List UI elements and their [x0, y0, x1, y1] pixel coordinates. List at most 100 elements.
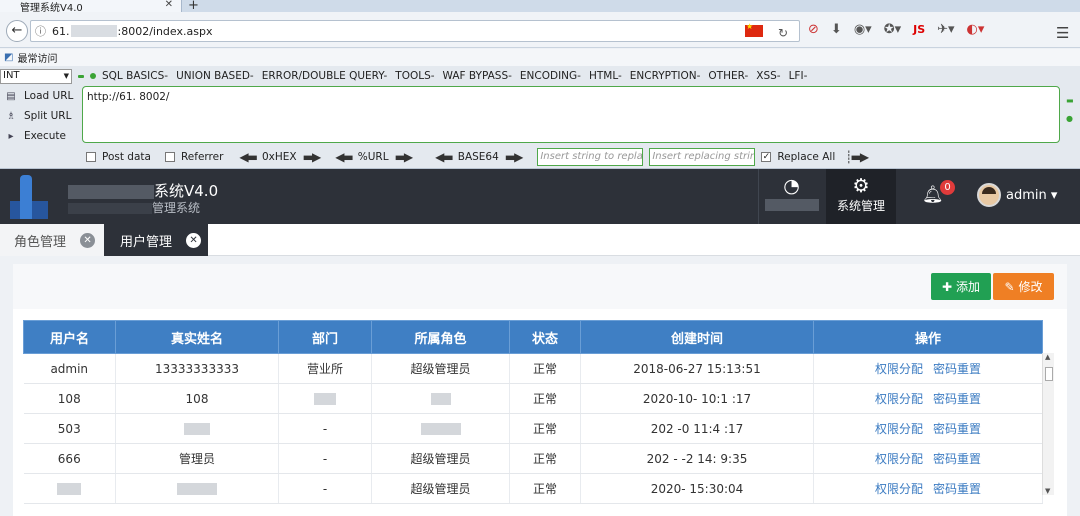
menu-encryption[interactable]: ENCRYPTION-: [630, 70, 701, 82]
toolbar-icons: ⊘ ⬇ ◉▾ ✪▾ JS ✈▾ ◐▾: [808, 22, 984, 37]
password-reset-link[interactable]: 密码重置: [933, 422, 981, 436]
password-reset-link[interactable]: 密码重置: [933, 482, 981, 496]
table-row[interactable]: 108 108 正常 2020-10- 10:1 :17 权限分配 密码重置: [23, 383, 1043, 414]
menu-lfi[interactable]: LFI-: [789, 70, 808, 82]
navigation-bar: ← ⓘ 61. :8002/index.aspx ↻ ⊘ ⬇ ◉▾ ✪▾ JS …: [0, 12, 1080, 48]
menu-union-based[interactable]: UNION BASED-: [176, 70, 254, 82]
menu-html[interactable]: HTML-: [589, 70, 622, 82]
execute-button[interactable]: ▸ Execute: [0, 126, 80, 146]
scroll-up-icon[interactable]: ▲: [1045, 353, 1050, 361]
download-icon[interactable]: ⬇: [831, 22, 842, 37]
tab-role-manage[interactable]: 角色管理 ✕: [0, 224, 104, 256]
user-table: 用户名 真实姓名 部门 所属角色 状态 创建时间 操作 admin 133333…: [23, 320, 1043, 504]
system-manage-button[interactable]: ⚙ 系统管理: [826, 169, 896, 224]
menu-icon[interactable]: ☰: [1056, 24, 1069, 42]
base64-decode-arrow-icon[interactable]: ◀▬: [435, 150, 454, 164]
tool-icon[interactable]: ✈▾: [937, 22, 954, 37]
post-data-checkbox[interactable]: [86, 152, 96, 162]
table-row[interactable]: 503 - 正常 202 -0 11:4 :17 权限分配 密码重置: [23, 413, 1043, 444]
play-icon: ▸: [8, 130, 14, 142]
dashboard-icon: ◔: [783, 175, 800, 197]
close-icon[interactable]: ✕: [186, 232, 202, 248]
page-tabs: 角色管理 ✕ 用户管理 ✕: [0, 224, 1080, 256]
password-reset-link[interactable]: 密码重置: [933, 392, 981, 406]
permission-assign-link[interactable]: 权限分配: [875, 422, 923, 436]
replace-arrow-icon[interactable]: ┊▬▶: [845, 150, 869, 164]
browser-tab[interactable]: 管理系统V4.0 ✕: [0, 0, 182, 14]
redacted-block: [764, 198, 819, 211]
menu-waf-bypass[interactable]: WAF BYPASS-: [443, 70, 512, 82]
reload-icon[interactable]: ↻: [778, 26, 788, 40]
permission-assign-link[interactable]: 权限分配: [875, 392, 923, 406]
scroll-thumb[interactable]: [1045, 367, 1053, 381]
app-header: 系统V4.0 管理系统 ◔ ⚙ 系统管理 🔔︎ 0 admin ▾: [0, 169, 1080, 224]
column-header[interactable]: 操作: [813, 320, 1043, 354]
load-url-button[interactable]: ▤ Load URL: [0, 86, 80, 106]
addon-icon[interactable]: ◐▾: [967, 22, 985, 37]
split-url-button[interactable]: ♗ Split URL: [0, 106, 80, 126]
hex-decode-arrow-icon[interactable]: ◀▬: [239, 150, 258, 164]
table-header-row: 用户名 真实姓名 部门 所属角色 状态 创建时间 操作: [23, 320, 1043, 354]
column-header[interactable]: 状态: [509, 320, 581, 354]
password-reset-link[interactable]: 密码重置: [933, 362, 981, 376]
password-reset-link[interactable]: 密码重置: [933, 452, 981, 466]
close-icon[interactable]: ✕: [165, 0, 173, 10]
column-header[interactable]: 用户名: [23, 320, 116, 354]
menu-sql-basics[interactable]: SQL BASICS-: [102, 70, 168, 82]
referrer-checkbox[interactable]: [164, 152, 175, 162]
js-icon[interactable]: JS: [913, 23, 925, 36]
base64-encode-arrow-icon[interactable]: ▬▶: [505, 150, 524, 164]
table-row[interactable]: admin 13333333333 营业所 超级管理员 正常 2018-06-2…: [23, 353, 1043, 384]
replace-all-checkbox[interactable]: ✓: [761, 152, 772, 162]
app-logo: [10, 175, 48, 219]
hackbar-actions: ▤ Load URL ♗ Split URL ▸ Execute: [0, 86, 80, 146]
content-panel: ✚ 添加 ✎ 修改 用户名 真实姓名 部门 所属角色 状态 创建时间 操作 admi…: [13, 264, 1067, 516]
table-row[interactable]: 666 管理员 - 超级管理员 正常 202 - -2 14: 9:35 权限分…: [23, 443, 1043, 474]
dashboard-button[interactable]: ◔: [758, 169, 824, 224]
split-icon: ♗: [6, 110, 16, 122]
menu-xss[interactable]: XSS-: [756, 70, 780, 82]
add-button[interactable]: ✚ 添加: [931, 273, 991, 300]
palette-icon[interactable]: ✪▾: [884, 22, 901, 37]
insert-replacing-input[interactable]: Insert replacing string: [649, 148, 756, 166]
most-visited-bookmark[interactable]: 最常访问: [17, 50, 57, 65]
url-encode-arrow-icon[interactable]: ▬▶: [395, 150, 414, 164]
block-icon[interactable]: ⊘: [808, 22, 819, 37]
type-select[interactable]: INT: [0, 68, 72, 84]
avatar[interactable]: [977, 183, 1001, 207]
close-icon[interactable]: ✕: [80, 232, 96, 248]
column-header[interactable]: 创建时间: [580, 320, 814, 354]
insert-string-input[interactable]: Insert string to replace: [537, 148, 644, 166]
hex-encode-arrow-icon[interactable]: ▬▶: [303, 150, 322, 164]
user-menu[interactable]: admin ▾: [1006, 188, 1057, 203]
table-scrollbar[interactable]: ▲ ▼: [1042, 353, 1054, 495]
menu-other[interactable]: OTHER-: [708, 70, 748, 82]
url-decode-arrow-icon[interactable]: ◀▬: [335, 150, 354, 164]
back-arrow-icon[interactable]: ←: [6, 20, 28, 42]
hackbar-menu: INT SQL BASICS- UNION BASED- ERROR/DOUBL…: [0, 68, 815, 84]
url-bar[interactable]: ⓘ 61. :8002/index.aspx: [30, 20, 800, 42]
column-header[interactable]: 部门: [278, 320, 372, 354]
hex-label: 0xHEX: [261, 151, 297, 163]
load-icon: ▤: [6, 90, 16, 102]
redacted-block: [184, 423, 210, 435]
redacted-block: [177, 483, 217, 495]
column-header[interactable]: 所属角色: [371, 320, 510, 354]
column-header[interactable]: 真实姓名: [115, 320, 279, 354]
permission-assign-link[interactable]: 权限分配: [875, 482, 923, 496]
globe-icon[interactable]: ◉▾: [854, 22, 872, 37]
menu-tools[interactable]: TOOLS-: [395, 70, 434, 82]
base64-label: BASE64: [457, 151, 499, 163]
permission-assign-link[interactable]: 权限分配: [875, 362, 923, 376]
table-row[interactable]: - 超级管理员 正常 2020- 15:30:04 权限分配 密码重置: [23, 473, 1043, 504]
edit-button[interactable]: ✎ 修改: [993, 273, 1054, 300]
scroll-down-icon[interactable]: ▼: [1045, 487, 1050, 495]
menu-encoding[interactable]: ENCODING-: [520, 70, 581, 82]
green-dot-icon: [78, 74, 84, 78]
permission-assign-link[interactable]: 权限分配: [875, 452, 923, 466]
app-title: 系统V4.0: [68, 180, 218, 201]
tab-user-manage[interactable]: 用户管理 ✕: [104, 224, 208, 256]
url-textarea[interactable]: http://61. 8002/: [82, 86, 1060, 143]
menu-error-double-query[interactable]: ERROR/DOUBLE QUERY-: [262, 70, 388, 82]
redacted-block: [57, 483, 82, 495]
